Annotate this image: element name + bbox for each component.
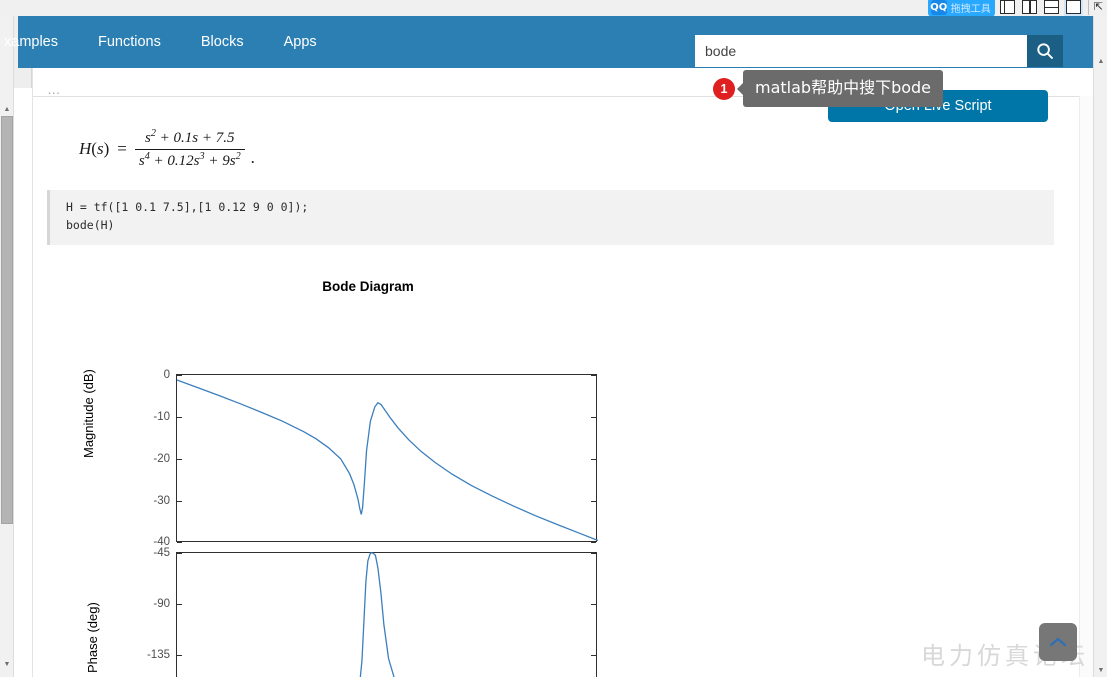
toolbar-divider <box>1087 0 1089 15</box>
magnitude-axis-label: Magnitude (dB) <box>81 369 96 458</box>
scroll-down-arrow-icon[interactable]: ▼ <box>1094 663 1107 677</box>
layout-split-horizontal-button[interactable] <box>1042 0 1061 16</box>
capture-tool-label: 拖拽工具 <box>950 3 991 15</box>
scrollbar-thumb[interactable] <box>1 116 13 524</box>
nav-item-examples[interactable]: xamples <box>4 16 78 68</box>
formula-numerator: s2 + 0.1s + 7.5 <box>144 128 235 146</box>
search-icon <box>1037 43 1053 59</box>
layout-single-pane-icon <box>1065 0 1081 14</box>
layout-split-vertical-icon <box>1021 0 1037 14</box>
scroll-up-arrow-icon[interactable]: ▲ <box>0 102 14 116</box>
window-scrollbar-right[interactable]: ▲ ▼ <box>1093 16 1107 677</box>
back-to-top-button[interactable] <box>1039 623 1077 661</box>
y-tick-label: -45 <box>153 547 170 559</box>
y-tick-label: -135 <box>146 649 170 661</box>
y-tick-label: -90 <box>153 598 170 610</box>
phase-curve-svg <box>359 552 395 677</box>
nav-links: xamples Functions Blocks Apps <box>4 16 337 68</box>
layout-split-horizontal-icon <box>1043 0 1059 14</box>
magnitude-curve-svg <box>176 379 599 542</box>
qq-logo-icon: QQ <box>930 0 948 15</box>
y-tick-label: -10 <box>153 411 170 423</box>
formula-denominator: s4 + 0.12s3 + 9s2 <box>134 148 245 171</box>
search-bar <box>695 35 1063 67</box>
formula-lhs: H(s) <box>79 139 110 159</box>
code-block[interactable]: H = tf([1 0.1 7.5],[1 0.12 9 0 0]); bode… <box>47 190 1054 245</box>
annotation-callout: 1 matlab帮助中搜下bode <box>713 70 944 107</box>
nav-item-functions[interactable]: Functions <box>78 16 181 68</box>
code-text: H = tf([1 0.1 7.5],[1 0.12 9 0 0]); bode… <box>66 200 309 232</box>
layout-left-bar-button[interactable] <box>998 0 1017 16</box>
search-input[interactable] <box>695 35 1027 67</box>
layout-left-bar-icon <box>999 0 1015 14</box>
phase-curve <box>359 552 395 677</box>
scroll-down-arrow-icon[interactable]: ▼ <box>0 657 14 671</box>
nav-item-apps[interactable]: Apps <box>264 16 337 68</box>
magnitude-plot: 0 -10 -20 -30 -40 <box>153 369 599 548</box>
main-navigation-bar: xamples Functions Blocks Apps <box>4 16 1093 68</box>
callout-tooltip: matlab帮助中搜下bode <box>743 70 944 107</box>
search-button[interactable] <box>1027 35 1063 67</box>
magnitude-curve <box>176 379 599 542</box>
document-scrollbar[interactable] <box>1079 96 1093 677</box>
screen-capture-toolbar: QQ 拖拽工具 ⇱ <box>0 0 1107 16</box>
layout-split-vertical-button[interactable] <box>1020 0 1039 16</box>
callout-number-badge: 1 <box>713 77 735 100</box>
y-tick-label: 0 <box>163 369 170 381</box>
expand-arrow-icon[interactable]: ⇱ <box>1094 1 1103 13</box>
documentation-content: … Open Live Script H(s) = s2 + 0.1s + 7.… <box>32 68 1093 677</box>
y-tick-label: -20 <box>153 453 170 465</box>
layout-single-pane-button[interactable] <box>1063 0 1083 16</box>
formula-period: . <box>250 147 255 167</box>
phase-plot: -45 -90 -135 -180 <box>147 547 597 677</box>
capture-tool-pill[interactable]: QQ 拖拽工具 <box>927 0 995 16</box>
scroll-up-arrow-icon[interactable]: ▲ <box>1094 54 1107 68</box>
nav-item-blocks[interactable]: Blocks <box>181 16 264 68</box>
chart-title: Bode Diagram <box>322 279 414 294</box>
phase-axis-label: Phase (deg) <box>85 602 100 673</box>
window-scrollbar-left[interactable]: ▲ ▼ <box>0 16 14 677</box>
formula-fraction: s2 + 0.1s + 7.5 s4 + 0.12s3 + 9s2 <box>134 128 245 171</box>
chevron-up-icon <box>1049 637 1067 647</box>
y-tick-label: -30 <box>153 495 170 507</box>
transfer-function-formula: H(s) = s2 + 0.1s + 7.5 s4 + 0.12s3 + 9s2… <box>79 128 255 171</box>
formula-equals: = <box>117 139 127 159</box>
bode-diagram-figure: Bode Diagram 0 -10 -20 -30 -40 -45 -90 -… <box>81 273 653 677</box>
